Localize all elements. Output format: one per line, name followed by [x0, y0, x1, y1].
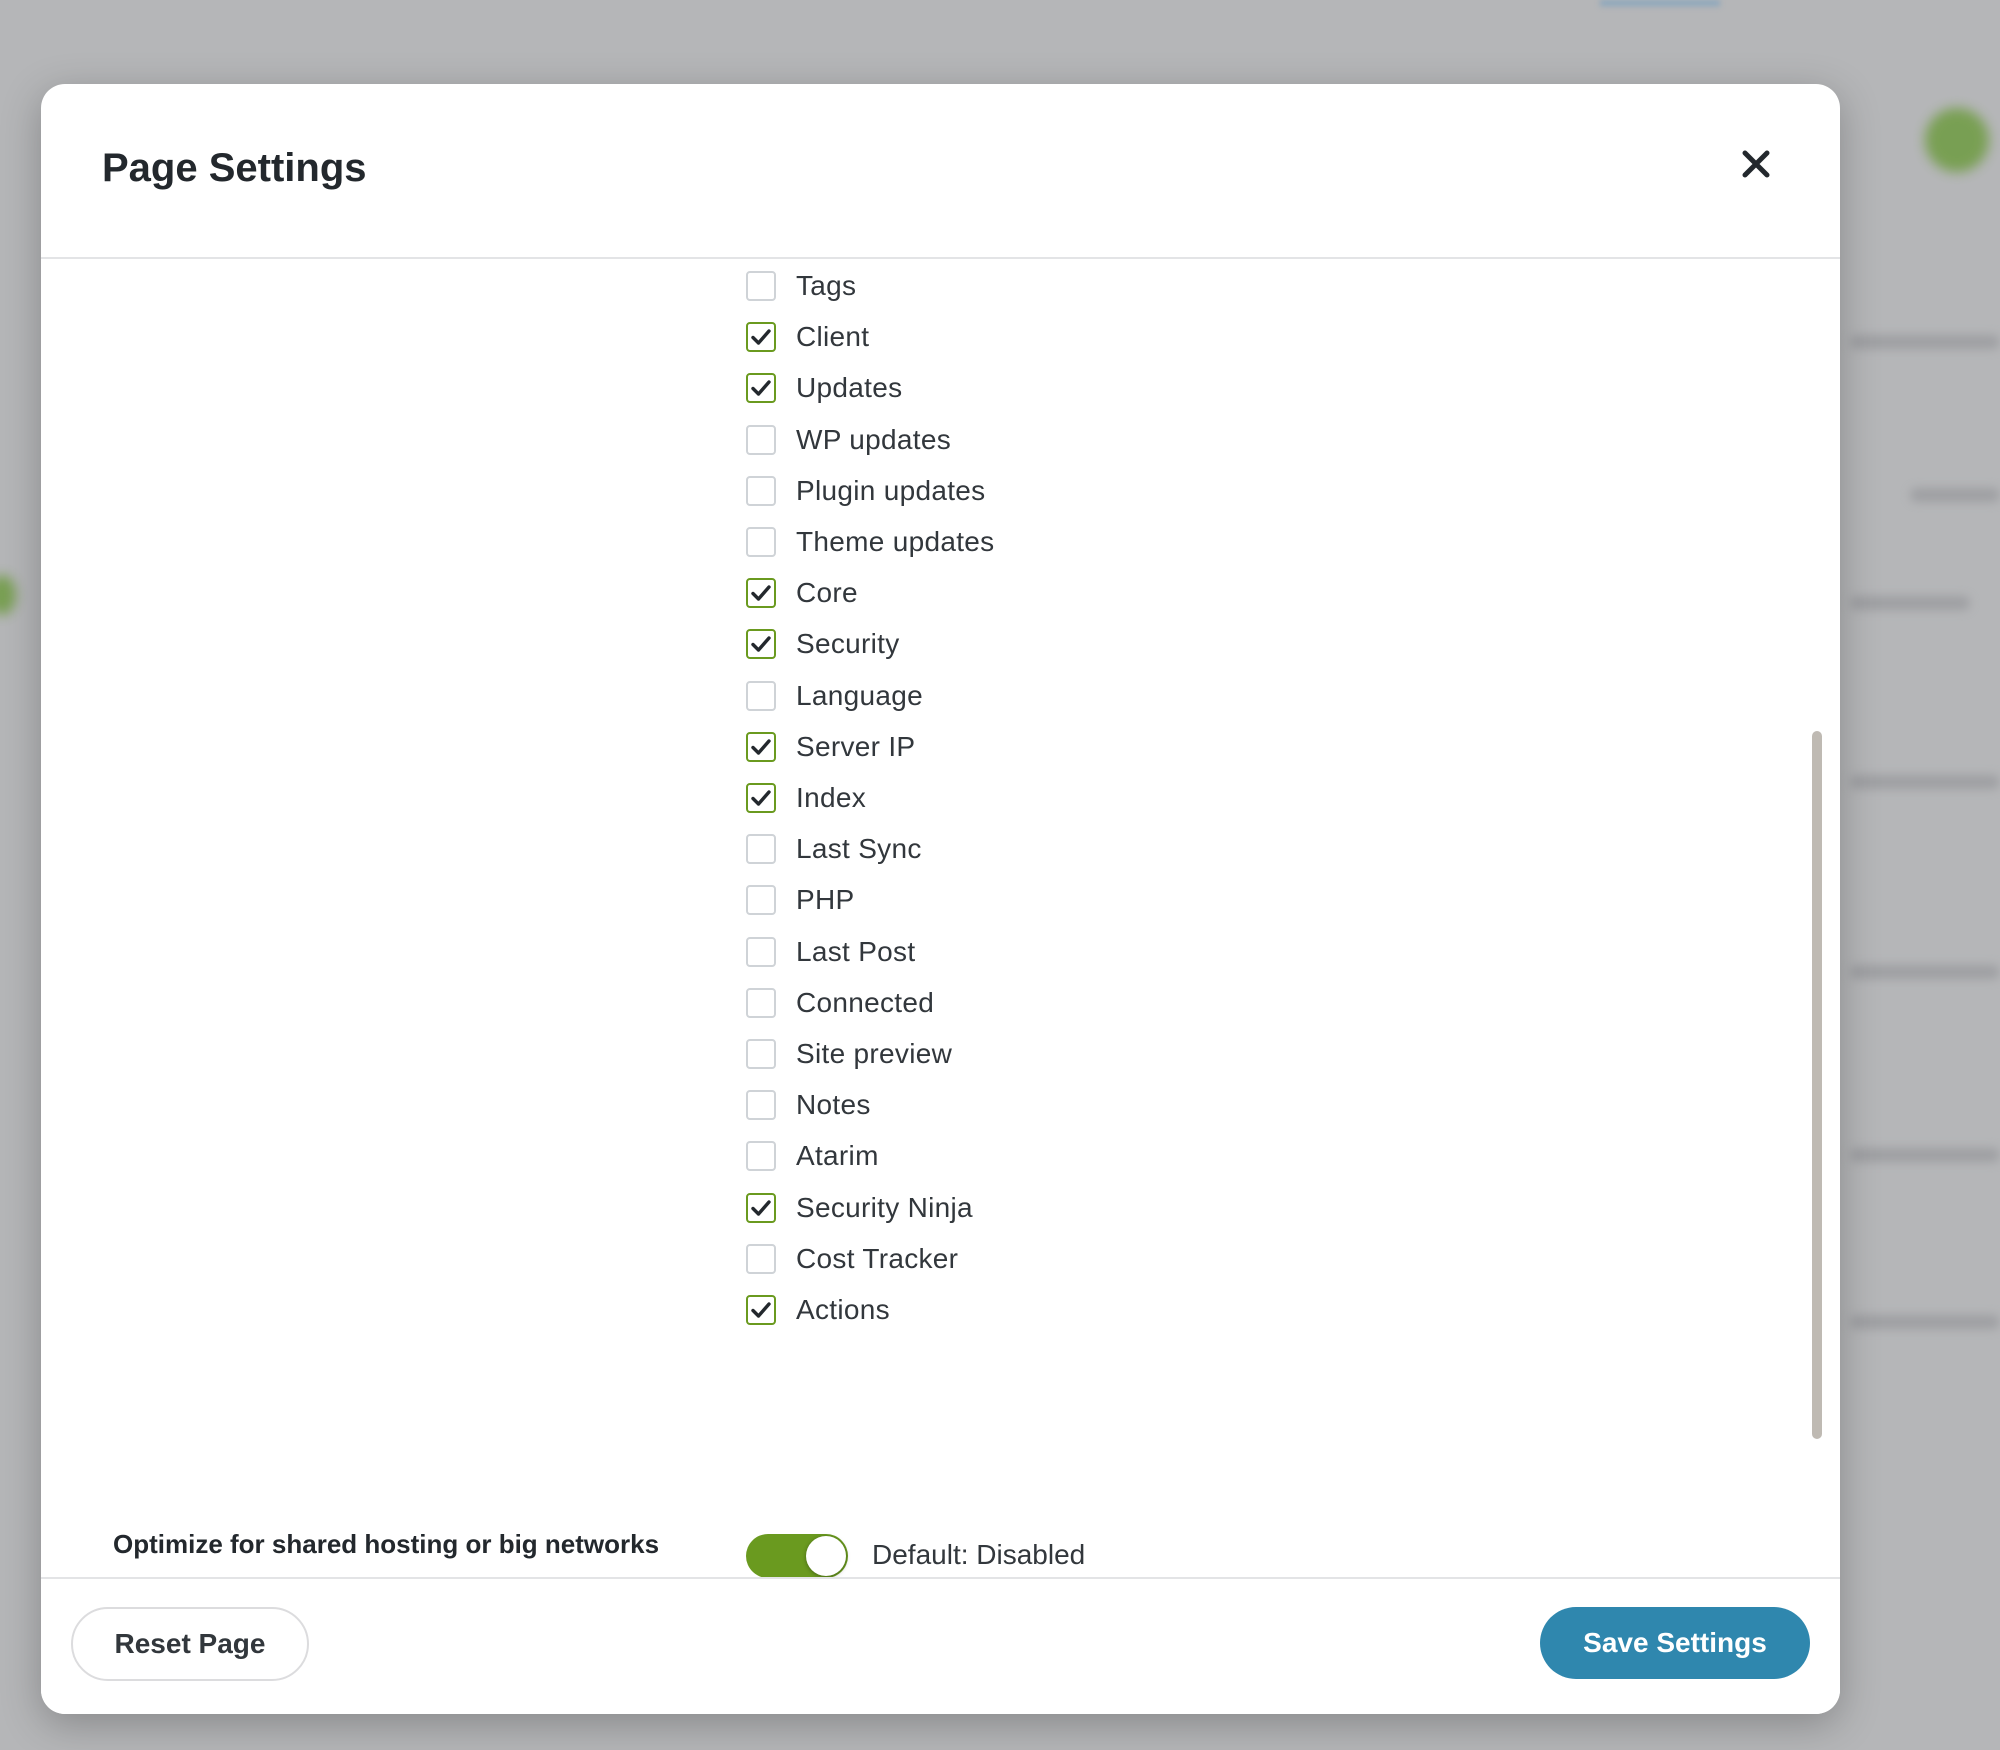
checkbox-unchecked[interactable]	[746, 936, 776, 967]
checkbox-unchecked[interactable]	[746, 424, 776, 455]
checkbox-label: Theme updates	[796, 525, 995, 557]
checkmark-icon	[751, 1199, 771, 1216]
checkmark-icon	[751, 379, 771, 396]
checkbox-checked[interactable]	[746, 372, 776, 403]
checkbox-label: Site preview	[796, 1037, 953, 1069]
modal-body[interactable]: Tags Client Updates WP updates Plugin update…	[41, 259, 1840, 1662]
checkbox-unchecked[interactable]	[746, 884, 776, 915]
background-text	[1850, 335, 2000, 349]
checkbox-label: WP updates	[796, 423, 952, 455]
column-checkbox-item[interactable]: PHP	[746, 874, 854, 925]
column-checkbox-item[interactable]: Theme updates	[746, 516, 994, 567]
checkbox-label: Last Post	[796, 935, 916, 967]
checkbox-unchecked[interactable]	[746, 680, 776, 711]
modal-scrollbar[interactable]	[1810, 259, 1824, 1662]
checkbox-label: Atarim	[796, 1139, 879, 1171]
checkbox-unchecked[interactable]	[746, 987, 776, 1018]
checkbox-label: Notes	[796, 1088, 871, 1120]
save-settings-button[interactable]: Save Settings	[1540, 1607, 1810, 1679]
background-text	[1850, 1315, 2000, 1329]
scrollbar-thumb[interactable]	[1812, 731, 1822, 1439]
column-checkbox-item[interactable]: Language	[746, 670, 923, 721]
column-checkbox-item[interactable]: WP updates	[746, 414, 951, 465]
column-checkbox-item[interactable]: Client	[746, 311, 869, 362]
checkbox-unchecked[interactable]	[746, 1140, 776, 1171]
background-text	[1850, 775, 2000, 789]
column-checkbox-item[interactable]: Cost Tracker	[746, 1233, 958, 1284]
checkmark-icon	[751, 789, 771, 806]
checkbox-label: Last Sync	[796, 832, 922, 864]
column-checkbox-item[interactable]: Core	[746, 567, 858, 618]
column-checkbox-item[interactable]: Actions	[746, 1284, 890, 1335]
background-text	[1850, 1148, 2000, 1162]
column-checkbox-item[interactable]: Tags	[746, 260, 856, 311]
checkbox-label: Index	[796, 781, 866, 813]
column-checkbox-item[interactable]: Atarim	[746, 1130, 879, 1181]
modal-footer: Reset Page Save Settings	[41, 1577, 1840, 1714]
column-checkbox-item[interactable]: Updates	[746, 362, 902, 413]
checkbox-label: Tags	[796, 269, 857, 301]
column-checkbox-item[interactable]: Plugin updates	[746, 465, 985, 516]
checkbox-checked[interactable]	[746, 577, 776, 608]
checkmark-icon	[751, 584, 771, 601]
checkbox-unchecked[interactable]	[746, 475, 776, 506]
column-checkbox-item[interactable]: Security Ninja	[746, 1182, 973, 1233]
checkbox-label: Updates	[796, 371, 903, 403]
checkbox-label: Security Ninja	[796, 1191, 973, 1223]
checkmark-icon	[751, 1301, 771, 1318]
checkmark-icon	[751, 328, 771, 345]
column-checkbox-item[interactable]: Site preview	[746, 1028, 952, 1079]
optimize-default-hint: Default: Disabled	[872, 1539, 1086, 1570]
background-text	[1850, 965, 2000, 979]
column-checkbox-item[interactable]: Connected	[746, 977, 934, 1028]
toggle-knob	[806, 1536, 846, 1576]
background-text	[1910, 488, 2000, 502]
checkmark-icon	[751, 635, 771, 652]
checkbox-label: PHP	[796, 883, 855, 915]
background-topbar	[1600, 0, 1720, 6]
checkbox-unchecked[interactable]	[746, 270, 776, 301]
optimize-toggle[interactable]	[746, 1534, 848, 1578]
checkbox-unchecked[interactable]	[746, 1089, 776, 1120]
background-dot	[0, 575, 16, 615]
checkbox-label: Actions	[796, 1293, 890, 1325]
checkbox-checked[interactable]	[746, 1294, 776, 1325]
column-checkbox-item[interactable]: Index	[746, 772, 866, 823]
close-button[interactable]	[1736, 144, 1776, 184]
background-text	[1850, 596, 1970, 610]
checkbox-unchecked[interactable]	[746, 1038, 776, 1069]
checkbox-checked[interactable]	[746, 1192, 776, 1223]
checkbox-label: Plugin updates	[796, 474, 986, 506]
checkbox-unchecked[interactable]	[746, 1243, 776, 1274]
page-settings-modal: Page Settings Tags Client Updates WP update…	[41, 84, 1840, 1714]
modal-header: Page Settings	[41, 84, 1840, 259]
checkbox-label: Connected	[796, 986, 935, 1018]
checkbox-label: Cost Tracker	[796, 1242, 959, 1274]
checkmark-icon	[751, 738, 771, 755]
column-checkbox-item[interactable]: Server IP	[746, 721, 915, 772]
checkbox-checked[interactable]	[746, 782, 776, 813]
column-checkbox-item[interactable]: Last Sync	[746, 823, 922, 874]
column-checkbox-item[interactable]: Security	[746, 618, 900, 669]
checkbox-checked[interactable]	[746, 731, 776, 762]
checkbox-label: Client	[796, 320, 870, 352]
checkbox-unchecked[interactable]	[746, 526, 776, 557]
optimize-setting-row: Optimize for shared hosting or big netwo…	[41, 1521, 1840, 1581]
checkbox-label: Server IP	[796, 730, 916, 762]
checkbox-label: Security	[796, 627, 900, 659]
checkbox-label: Language	[796, 679, 923, 711]
column-checkbox-item[interactable]: Last Post	[746, 926, 915, 977]
checkbox-label: Core	[796, 576, 858, 608]
background-avatar	[1925, 108, 1989, 172]
reset-page-button[interactable]: Reset Page	[71, 1607, 309, 1681]
checkbox-checked[interactable]	[746, 321, 776, 352]
checkbox-unchecked[interactable]	[746, 833, 776, 864]
close-icon	[1742, 150, 1770, 178]
optimize-label: Optimize for shared hosting or big netwo…	[113, 1529, 660, 1559]
column-checkbox-item[interactable]: Notes	[746, 1079, 871, 1130]
checkbox-checked[interactable]	[746, 628, 776, 659]
modal-title: Page Settings	[102, 146, 367, 190]
